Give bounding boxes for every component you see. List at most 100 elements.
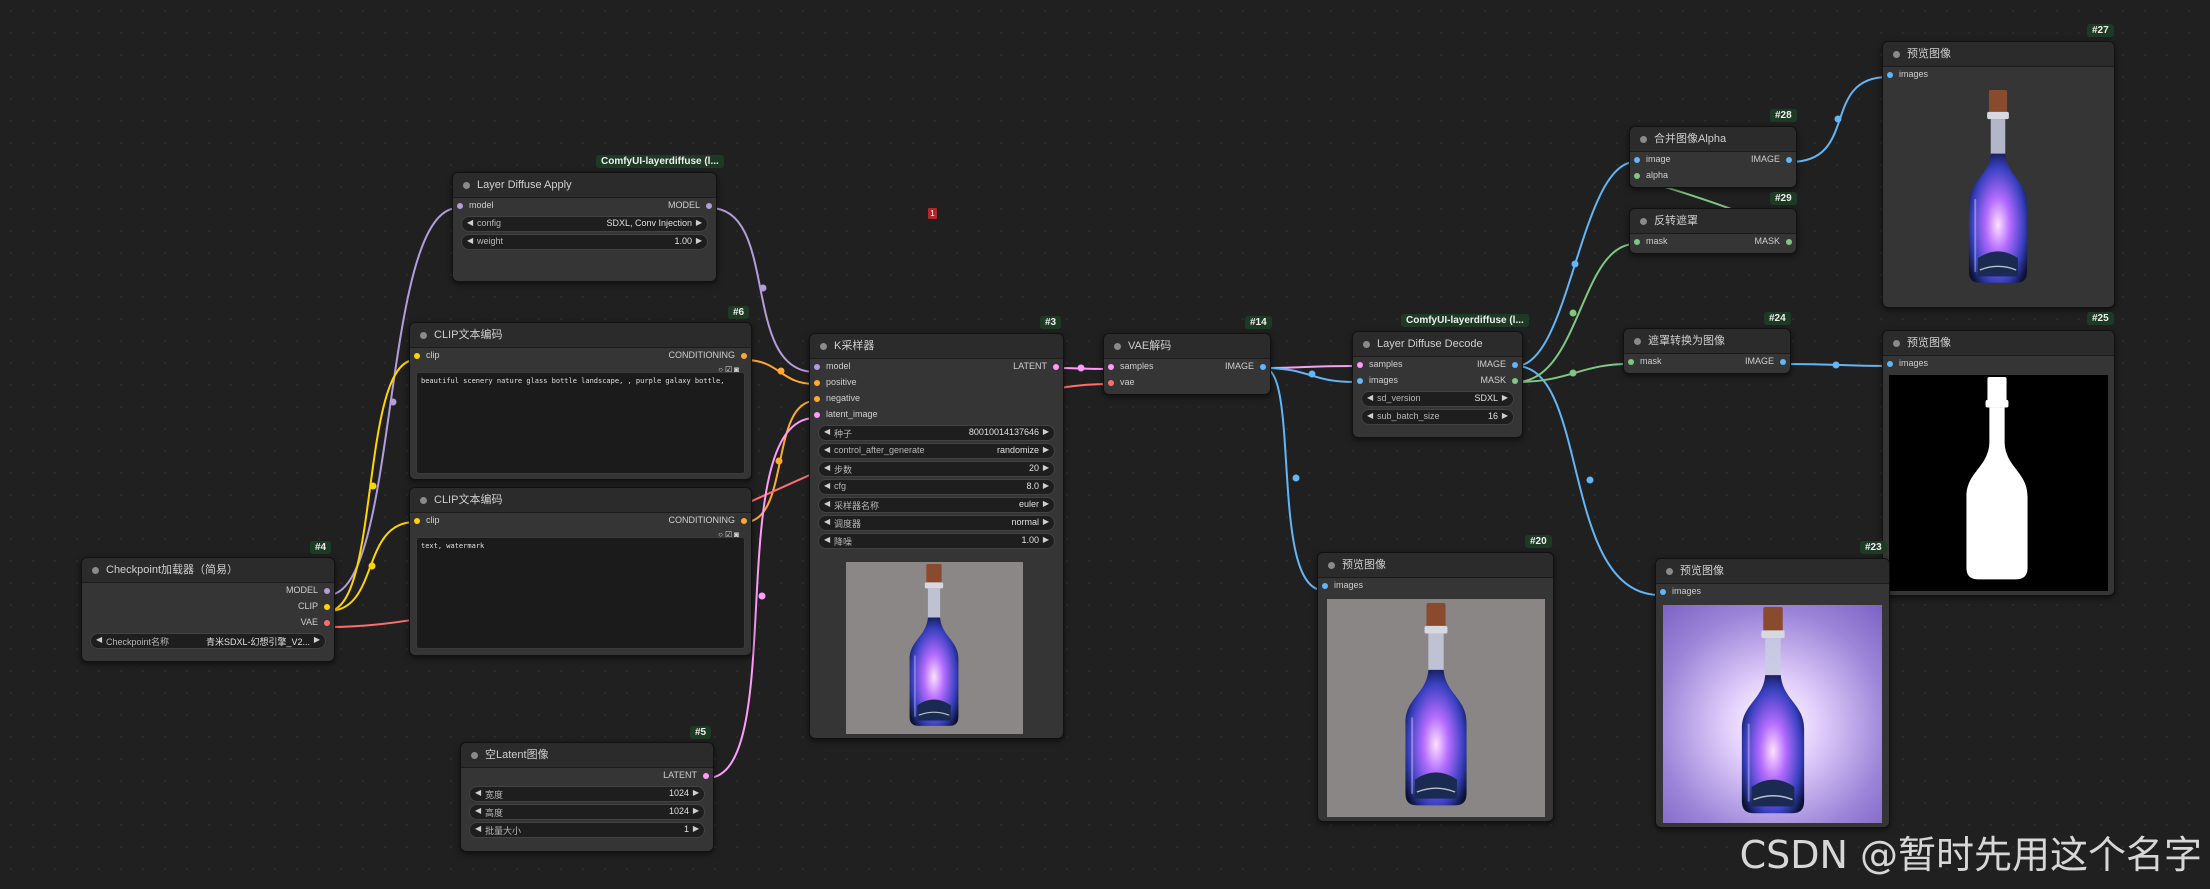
collapse-dot-icon[interactable] (1114, 343, 1121, 350)
height-slider[interactable]: ◀ 高度 1024 ▶ (469, 804, 705, 820)
input-slot-icon[interactable] (814, 396, 820, 402)
collapse-dot-icon[interactable] (1640, 136, 1647, 143)
arrow-right-icon[interactable]: ▶ (1043, 535, 1049, 544)
collapse-dot-icon[interactable] (463, 182, 470, 189)
arrow-right-icon[interactable]: ▶ (1043, 499, 1049, 508)
collapse-dot-icon[interactable] (92, 567, 99, 574)
arrow-left-icon[interactable]: ◀ (475, 788, 481, 797)
output-slot-icon[interactable] (324, 588, 330, 594)
arrow-left-icon[interactable]: ◀ (824, 445, 830, 454)
input-slot-icon[interactable] (814, 364, 820, 370)
control-after-generate-combo[interactable]: ◀ control_after_generate randomize ▶ (818, 443, 1055, 459)
collapse-dot-icon[interactable] (1640, 218, 1647, 225)
batch-size-slider[interactable]: ◀ 批量大小 1 ▶ (469, 822, 705, 838)
node-title[interactable]: CLIP文本编码 (410, 488, 751, 513)
input-slot-icon[interactable] (1322, 583, 1328, 589)
input-slot-icon[interactable] (1887, 72, 1893, 78)
output-slot-icon[interactable] (741, 353, 747, 359)
output-slot-icon[interactable] (1780, 359, 1786, 365)
prompt-textarea[interactable]: text, watermark (416, 537, 745, 649)
arrow-left-icon[interactable]: ◀ (824, 427, 830, 436)
arrow-left-icon[interactable]: ◀ (475, 824, 481, 833)
collapse-dot-icon[interactable] (420, 497, 427, 504)
arrow-left-icon[interactable]: ◀ (824, 481, 830, 490)
input-slot-icon[interactable] (1634, 157, 1640, 163)
invert-mask-node[interactable]: 反转遮罩 mask MASK (1629, 208, 1797, 254)
node-title[interactable]: 空Latent图像 (461, 743, 713, 768)
input-slot-icon[interactable] (414, 518, 420, 524)
input-slot-icon[interactable] (1660, 589, 1666, 595)
arrow-right-icon[interactable]: ▶ (693, 788, 699, 797)
arrow-left-icon[interactable]: ◀ (475, 806, 481, 815)
arrow-right-icon[interactable]: ▶ (1043, 517, 1049, 526)
node-title[interactable]: VAE解码 (1104, 334, 1270, 359)
input-slot-icon[interactable] (1108, 364, 1114, 370)
output-slot-icon[interactable] (741, 518, 747, 524)
scheduler-combo[interactable]: ◀ 调度器 normal ▶ (818, 515, 1055, 531)
collapse-dot-icon[interactable] (420, 332, 427, 339)
preview-image-20-node[interactable]: 预览图像 images (1317, 552, 1554, 822)
node-title[interactable]: 遮罩转换为图像 (1624, 329, 1790, 354)
collapse-dot-icon[interactable] (820, 343, 827, 350)
arrow-left-icon[interactable]: ◀ (1367, 393, 1373, 402)
preview-image-23-node[interactable]: 预览图像 images (1655, 558, 1890, 828)
sd-version-combo[interactable]: ◀ sd_version SDXL ▶ (1361, 391, 1514, 407)
output-slot-icon[interactable] (703, 773, 709, 779)
join-image-alpha-node[interactable]: 合并图像Alpha image IMAGE alpha (1629, 126, 1797, 188)
clip-text-encode-positive-node[interactable]: CLIP文本编码 clip CONDITIONING ○☑◙ beautiful… (409, 322, 752, 480)
node-title[interactable]: CLIP文本编码 (410, 323, 751, 348)
arrow-right-icon[interactable]: ▶ (1043, 427, 1049, 436)
node-title[interactable]: 预览图像 (1883, 331, 2114, 356)
vae-decode-node[interactable]: VAE解码 samples IMAGE vae (1103, 333, 1271, 395)
arrow-left-icon[interactable]: ◀ (96, 635, 102, 644)
node-title[interactable]: K采样器 (810, 334, 1063, 359)
arrow-right-icon[interactable]: ▶ (1502, 411, 1508, 420)
arrow-left-icon[interactable]: ◀ (824, 517, 830, 526)
denoise-input[interactable]: ◀ 降噪 1.00 ▶ (818, 533, 1055, 549)
output-slot-icon[interactable] (706, 203, 712, 209)
input-slot-icon[interactable] (414, 353, 420, 359)
preview-image-27-node[interactable]: 预览图像 images (1882, 41, 2115, 308)
arrow-right-icon[interactable]: ▶ (314, 635, 320, 644)
collapse-dot-icon[interactable] (1893, 51, 1900, 58)
layer-diffuse-decode-node[interactable]: Layer Diffuse Decode samples IMAGE image… (1352, 331, 1523, 438)
node-title[interactable]: 预览图像 (1883, 42, 2114, 67)
input-slot-icon[interactable] (1357, 378, 1363, 384)
collapse-dot-icon[interactable] (1328, 562, 1335, 569)
node-title[interactable]: 反转遮罩 (1630, 209, 1796, 234)
layer-diffuse-apply-node[interactable]: Layer Diffuse Apply model MODEL ◀ config S… (452, 172, 717, 282)
seed-input[interactable]: ◀ 种子 800100141376​46 ▶ (818, 425, 1055, 441)
node-title[interactable]: 预览图像 (1318, 553, 1553, 578)
input-slot-icon[interactable] (1628, 359, 1634, 365)
node-title[interactable]: 合并图像Alpha (1630, 127, 1796, 152)
config-combo[interactable]: ◀ config SDXL, Conv Injection ▶ (461, 216, 708, 232)
arrow-left-icon[interactable]: ◀ (467, 218, 473, 227)
input-slot-icon[interactable] (814, 412, 820, 418)
collapse-dot-icon[interactable] (1893, 340, 1900, 347)
collapse-dot-icon[interactable] (1634, 338, 1641, 345)
width-slider[interactable]: ◀ 宽度 1024 ▶ (469, 786, 705, 802)
prompt-textarea[interactable]: beautiful scenery nature glass bottle la… (416, 372, 745, 474)
empty-latent-image-node[interactable]: 空Latent图像 LATENT ◀ 宽度 1024 ▶ ◀ 高度 1024 ▶ ◀ 批量大小… (460, 742, 714, 852)
arrow-right-icon[interactable]: ▶ (1502, 393, 1508, 402)
node-title[interactable]: Checkpoint加载器（简易） (82, 558, 334, 583)
textarea-toolbar-icons[interactable]: ○☑◙ (718, 365, 741, 374)
textarea-toolbar-icons[interactable]: ○☑◙ (718, 530, 741, 539)
output-slot-icon[interactable] (1260, 364, 1266, 370)
input-slot-icon[interactable] (1887, 361, 1893, 367)
clip-text-encode-negative-node[interactable]: CLIP文本编码 clip CONDITIONING ○☑◙ text, wat… (409, 487, 752, 656)
collapse-dot-icon[interactable] (471, 752, 478, 759)
arrow-right-icon[interactable]: ▶ (696, 236, 702, 245)
sub-batch-size-input[interactable]: ◀ sub_batch_size 16 ▶ (1361, 409, 1514, 425)
cfg-input[interactable]: ◀ cfg 8.0 ▶ (818, 479, 1055, 495)
arrow-left-icon[interactable]: ◀ (824, 463, 830, 472)
arrow-left-icon[interactable]: ◀ (467, 236, 473, 245)
arrow-left-icon[interactable]: ◀ (1367, 411, 1373, 420)
input-slot-icon[interactable] (1634, 173, 1640, 179)
arrow-right-icon[interactable]: ▶ (1043, 463, 1049, 472)
node-title[interactable]: 预览图像 (1656, 559, 1889, 584)
output-slot-icon[interactable] (324, 620, 330, 626)
collapse-dot-icon[interactable] (1666, 568, 1673, 575)
preview-image-25-node[interactable]: 预览图像 images (1882, 330, 2115, 596)
arrow-left-icon[interactable]: ◀ (824, 499, 830, 508)
